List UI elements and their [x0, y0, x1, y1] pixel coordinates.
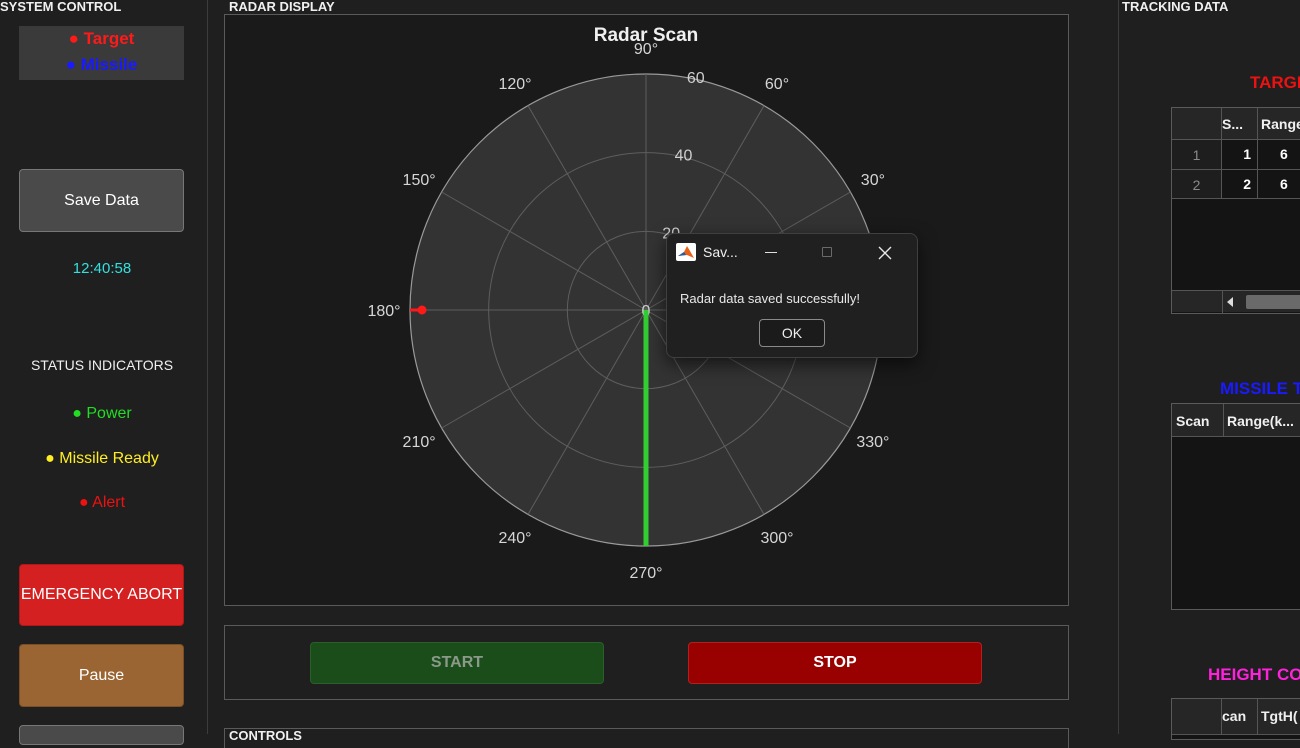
- radar-angle-label: 150°: [403, 172, 436, 189]
- dialog-message: Radar data saved successfully!: [680, 291, 860, 306]
- radar-angle-label: 120°: [498, 76, 531, 93]
- dialog-title: Sav...: [703, 244, 738, 260]
- radar-plot: Radar Scan 2040600030°60°90°120°150°180°…: [367, 25, 912, 582]
- radar-angle-label: 180°: [367, 303, 400, 320]
- missile-table-col-range[interactable]: Range(k...: [1224, 404, 1300, 437]
- right-panel-divider: [1118, 0, 1119, 734]
- tracking-data-title: TRACKING DATA: [1122, 0, 1229, 14]
- missile-ready-indicator: ● Missile Ready: [45, 450, 159, 467]
- close-icon[interactable]: [875, 243, 895, 263]
- height-comparison-title: HEIGHT CO: [1208, 665, 1300, 684]
- radar-legend: ● Target ● Missile: [19, 26, 184, 80]
- missile-table: Scan Range(k...: [1171, 403, 1300, 610]
- status-indicators-title: STATUS INDICATORS: [30, 357, 174, 373]
- scroll-left-icon[interactable]: [1227, 297, 1233, 307]
- start-button[interactable]: START: [310, 642, 604, 684]
- radar-angle-label: 330°: [856, 434, 889, 451]
- radar-angle-label: 60°: [765, 76, 789, 93]
- target-table-corner: [1172, 108, 1222, 140]
- target-table: S... Range 1 1 6 2 2 6: [1171, 107, 1300, 314]
- legend-target: ● Target: [68, 29, 135, 48]
- radar-angle-label: 210°: [403, 434, 436, 451]
- radar-range-label: 60: [687, 70, 705, 87]
- table-cell[interactable]: 1: [1222, 140, 1258, 170]
- alert-indicator: ● Alert: [78, 494, 126, 511]
- radar-range-label: 40: [675, 148, 693, 165]
- table-row-header: 1: [1172, 140, 1222, 170]
- target-tracking-title: TARGE: [1250, 73, 1300, 92]
- system-control-title: SYSTEM CONTROL: [0, 0, 122, 14]
- power-indicator: ● Power: [72, 405, 132, 422]
- additional-control-button[interactable]: [19, 725, 184, 745]
- missile-table-col-scan[interactable]: Scan: [1172, 404, 1224, 437]
- radar-angle-label: 90°: [634, 41, 658, 58]
- table-row-header: 2: [1172, 170, 1222, 199]
- horizontal-scrollbar[interactable]: [1172, 290, 1300, 313]
- radar-display-title: RADAR DISPLAY: [229, 0, 335, 14]
- table-cell[interactable]: 6: [1258, 140, 1300, 170]
- ok-button[interactable]: OK: [759, 319, 825, 347]
- legend-missile: ● Missile: [65, 55, 138, 74]
- save-data-button[interactable]: Save Data: [19, 169, 184, 232]
- save-confirmation-dialog: Sav... Radar data saved successfully! OK: [666, 233, 918, 358]
- left-panel-divider: [207, 0, 208, 734]
- height-table-col-tgth[interactable]: TgtH(: [1258, 699, 1300, 735]
- system-clock: 12:40:58: [72, 260, 132, 277]
- radar-angle-label: 30°: [861, 172, 885, 189]
- maximize-icon: [815, 242, 841, 264]
- radar-angle-label: 240°: [498, 530, 531, 547]
- stop-button[interactable]: STOP: [688, 642, 982, 684]
- target-table-col-range[interactable]: Range: [1258, 108, 1300, 140]
- minimize-icon[interactable]: [759, 242, 785, 264]
- radar-angle-label: 270°: [629, 565, 662, 582]
- scrollbar-thumb[interactable]: [1246, 295, 1300, 309]
- height-table-corner: [1172, 699, 1222, 735]
- radar-angle-label: 300°: [760, 530, 793, 547]
- table-cell[interactable]: 6: [1258, 170, 1300, 199]
- target-marker: [417, 305, 427, 315]
- height-table-col-scan[interactable]: can: [1222, 699, 1258, 735]
- missile-tracking-title: MISSILE T: [1220, 379, 1300, 398]
- table-cell[interactable]: 2: [1222, 170, 1258, 199]
- emergency-abort-button[interactable]: EMERGENCY ABORT: [19, 564, 184, 626]
- controls-panel-frame: [224, 728, 1069, 748]
- pause-button[interactable]: Pause: [19, 644, 184, 707]
- target-table-col-scan[interactable]: S...: [1222, 108, 1258, 140]
- controls-panel-title: CONTROLS: [229, 728, 302, 743]
- matlab-logo-icon: [676, 243, 696, 261]
